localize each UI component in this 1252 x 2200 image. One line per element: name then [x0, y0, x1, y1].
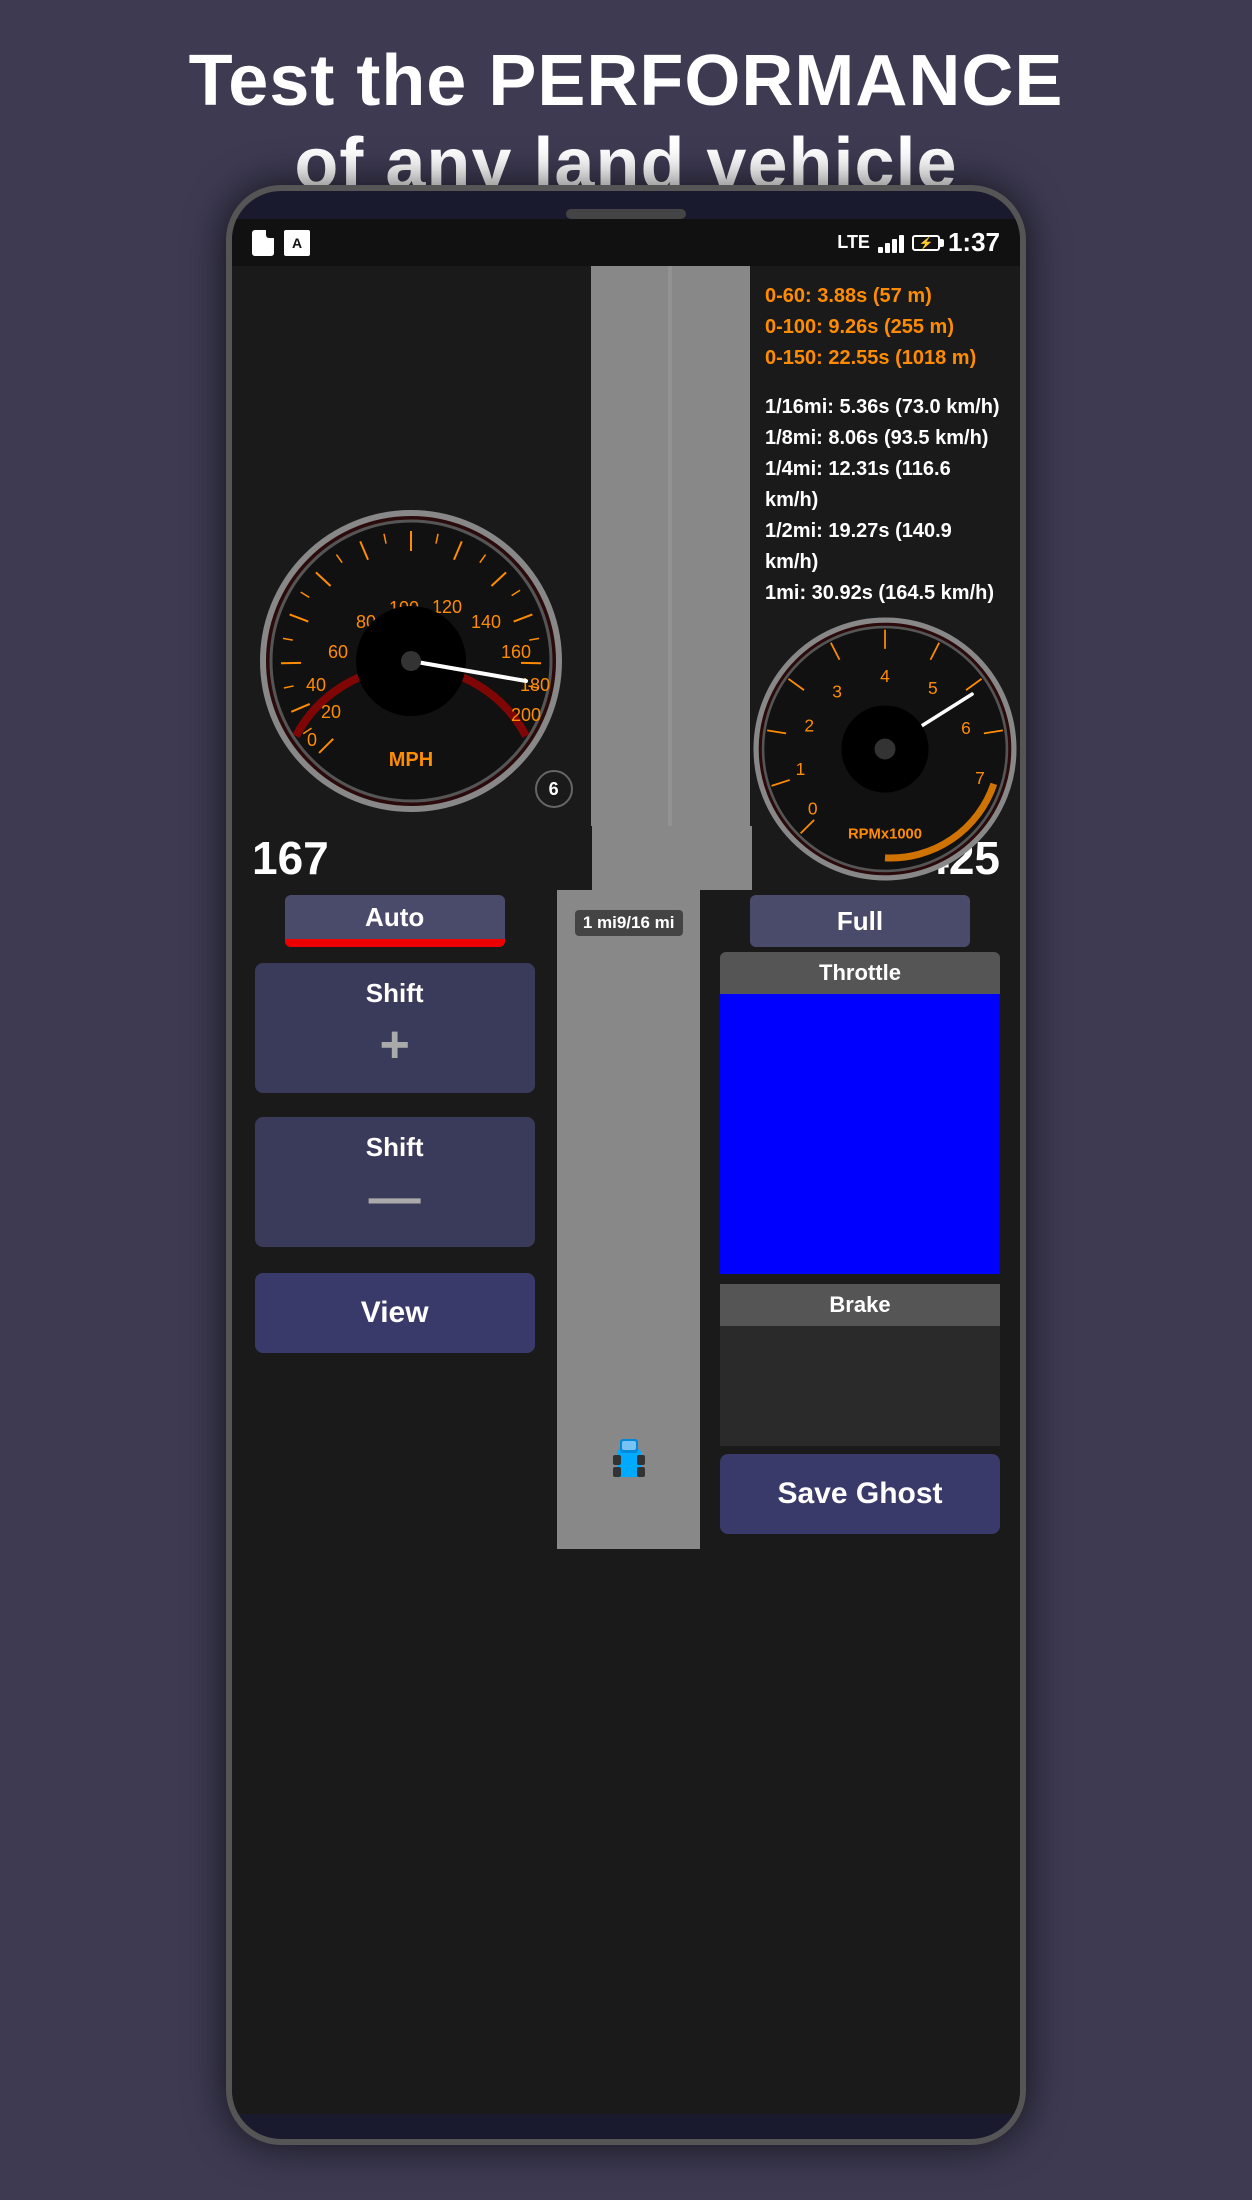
svg-text:1: 1 — [796, 759, 806, 779]
right-area: 0-60: 3.88s (57 m) 0-100: 9.26s (255 m) … — [750, 266, 1020, 826]
shift-down-label: Shift — [366, 1132, 424, 1163]
svg-text:3: 3 — [832, 682, 842, 702]
gauges-row: 0 20 40 60 80 — [232, 266, 1020, 826]
page-wrapper: Test the PERFORMANCE of any land vehicle… — [0, 0, 1252, 2200]
speedometer-gauge: 0 20 40 60 80 — [256, 506, 566, 816]
save-ghost-button[interactable]: Save Ghost — [720, 1454, 1000, 1534]
header-title: Test the PERFORMANCE of any land vehicle — [20, 40, 1232, 206]
status-time: 1:37 — [948, 227, 1000, 258]
battery-icon: ⚡ — [912, 235, 940, 251]
svg-text:2: 2 — [804, 716, 814, 736]
speed-center-road — [592, 826, 752, 890]
shift-up-button[interactable]: Shift + — [255, 963, 535, 1093]
brake-bar — [720, 1326, 1000, 1446]
gear-badge: 6 — [535, 770, 573, 808]
phone-frame: A LTE ⚡ 1:37 — [226, 185, 1026, 2145]
svg-text:200: 200 — [511, 705, 541, 725]
stat-0-60: 0-60: 3.88s (57 m) — [765, 281, 1005, 312]
stat-1-2mi: 1/2mi: 19.27s (140.9 km/h) — [765, 516, 1005, 578]
svg-text:6: 6 — [961, 718, 971, 738]
shift-up-icon: + — [379, 1019, 409, 1071]
svg-text:4: 4 — [880, 666, 890, 686]
throttle-bar — [720, 994, 1000, 1274]
svg-text:5: 5 — [928, 678, 938, 698]
svg-text:0: 0 — [808, 798, 818, 818]
status-bar: A LTE ⚡ 1:37 — [232, 219, 1020, 266]
road-center-line — [668, 266, 672, 826]
svg-text:MPH: MPH — [389, 749, 433, 771]
lte-icon: LTE — [837, 232, 870, 253]
distance-stats: 1/16mi: 5.36s (73.0 km/h) 1/8mi: 8.06s (… — [765, 392, 1005, 609]
full-button[interactable]: Full — [750, 895, 970, 947]
stat-1-4mi: 1/4mi: 12.31s (116.6 km/h) — [765, 454, 1005, 516]
view-button[interactable]: View — [255, 1273, 535, 1353]
center-road-column: 1 mi9/16 mi — [557, 890, 700, 1549]
sim-icon — [252, 230, 274, 256]
svg-text:140: 140 — [471, 612, 501, 632]
car-icon — [609, 1429, 649, 1489]
accel-stats: 0-60: 3.88s (57 m) 0-100: 9.26s (255 m) … — [765, 281, 1005, 374]
battery-bolt: ⚡ — [918, 236, 933, 250]
stat-1-8mi: 1/8mi: 8.06s (93.5 km/h) — [765, 423, 1005, 454]
controls-row: Auto Shift + Shift — View — [232, 890, 1020, 1549]
phone-speaker — [566, 209, 686, 219]
shift-down-icon: — — [369, 1183, 421, 1214]
auto-button[interactable]: Auto — [285, 895, 505, 947]
header-line1: Test the PERFORMANCE — [189, 41, 1064, 121]
svg-text:0: 0 — [307, 730, 317, 750]
brake-label: Brake — [720, 1284, 1000, 1326]
center-road — [591, 266, 750, 826]
road-distance-label: 1 mi9/16 mi — [575, 910, 683, 936]
shift-up-label: Shift — [366, 978, 424, 1009]
auto-button-bar — [285, 939, 505, 947]
font-icon: A — [284, 230, 310, 256]
status-right-icons: LTE ⚡ 1:37 — [837, 227, 1000, 258]
left-controls: Auto Shift + Shift — View — [232, 890, 557, 1549]
stat-1mi: 1mi: 30.92s (164.5 km/h) — [765, 578, 1005, 609]
stat-1-16mi: 1/16mi: 5.36s (73.0 km/h) — [765, 392, 1005, 423]
svg-text:160: 160 — [501, 642, 531, 662]
stat-0-100: 0-100: 9.26s (255 m) — [765, 312, 1005, 343]
svg-text:7: 7 — [975, 768, 985, 788]
svg-text:180: 180 — [520, 675, 550, 695]
speed-value-left: 167 — [232, 826, 592, 890]
right-gauge-area: 0 1 2 3 4 5 6 7 — [750, 614, 1020, 894]
svg-text:40: 40 — [306, 675, 326, 695]
svg-text:20: 20 — [321, 702, 341, 722]
svg-text:60: 60 — [328, 642, 348, 662]
throttle-label: Throttle — [720, 952, 1000, 994]
stats-panel: 0-60: 3.88s (57 m) 0-100: 9.26s (255 m) … — [750, 266, 1020, 614]
status-left-icons: A — [252, 230, 310, 256]
screen-content: 0 20 40 60 80 — [232, 266, 1020, 2114]
right-controls: Full Throttle Brake Save Ghost — [700, 890, 1020, 1549]
rpm-gauge: 0 1 2 3 4 5 6 7 — [750, 614, 1020, 884]
auto-button-label: Auto — [365, 895, 424, 939]
svg-text:RPMx1000: RPMx1000 — [848, 827, 922, 843]
left-gauge-area: 0 20 40 60 80 — [232, 266, 591, 826]
stat-0-150: 0-150: 22.55s (1018 m) — [765, 343, 1005, 374]
signal-bars — [878, 233, 904, 253]
shift-down-button[interactable]: Shift — — [255, 1117, 535, 1247]
throttle-panel: Throttle Brake — [720, 952, 1000, 1446]
